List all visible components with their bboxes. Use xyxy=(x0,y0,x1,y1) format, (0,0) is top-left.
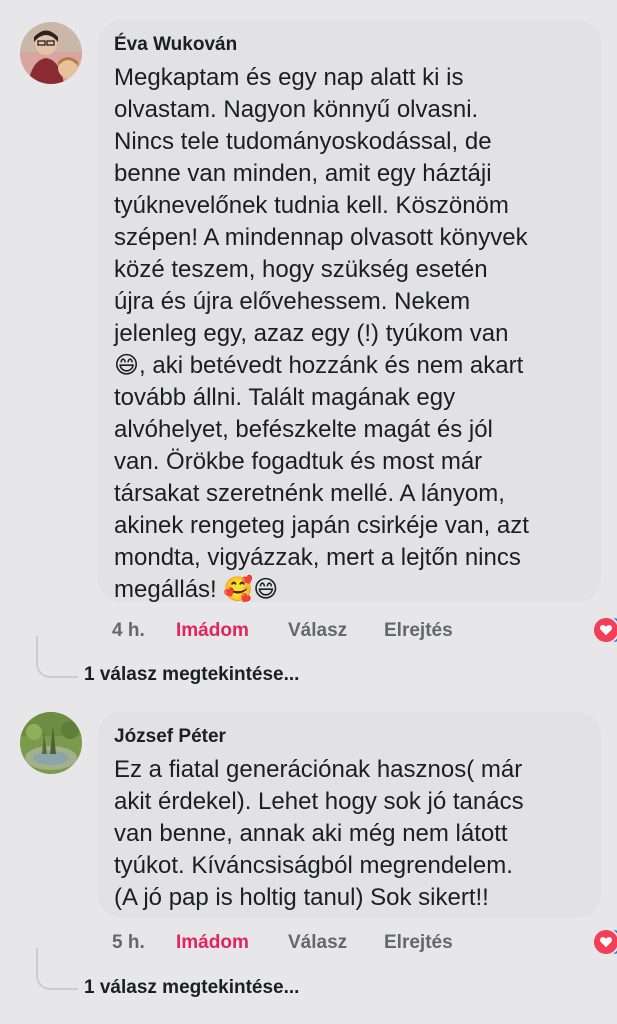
reply-thread-line xyxy=(36,636,78,678)
comment-actions: 5 h. Imádom Válasz Elrejtés 3 xyxy=(112,928,617,958)
view-replies-link[interactable]: 1 válasz megtekintése... xyxy=(84,664,299,686)
reply-button[interactable]: Válasz xyxy=(288,616,347,646)
heart-icon xyxy=(592,616,617,644)
comment-actions: 4 h. Imádom Válasz Elrejtés 6 xyxy=(112,616,617,646)
reply-button[interactable]: Válasz xyxy=(288,928,347,958)
comment-author[interactable]: Éva Wukován xyxy=(114,34,237,56)
avatar[interactable] xyxy=(20,712,82,774)
comment-bubble: Éva Wukován Megkaptam és egy nap alatt k… xyxy=(98,20,601,603)
comment-author[interactable]: József Péter xyxy=(114,726,226,748)
hide-button[interactable]: Elrejtés xyxy=(384,616,453,646)
view-replies-link[interactable]: 1 válasz megtekintése... xyxy=(84,977,299,999)
comment-timestamp[interactable]: 4 h. xyxy=(112,616,145,646)
love-reaction-button[interactable]: Imádom xyxy=(176,616,249,646)
avatar[interactable] xyxy=(20,22,82,84)
comment-text: Ez a fiatal generációnak hasznos( már ak… xyxy=(114,756,524,911)
love-reaction-button[interactable]: Imádom xyxy=(176,928,249,958)
comment-bubble: József Péter Ez a fiatal generációnak ha… xyxy=(98,712,601,918)
reply-thread-line xyxy=(36,948,78,990)
hide-button[interactable]: Elrejtés xyxy=(384,928,453,958)
comment-timestamp[interactable]: 5 h. xyxy=(112,928,145,958)
comment-text: Megkaptam és egy nap alatt ki is olvasta… xyxy=(114,64,529,603)
heart-icon xyxy=(592,928,617,956)
